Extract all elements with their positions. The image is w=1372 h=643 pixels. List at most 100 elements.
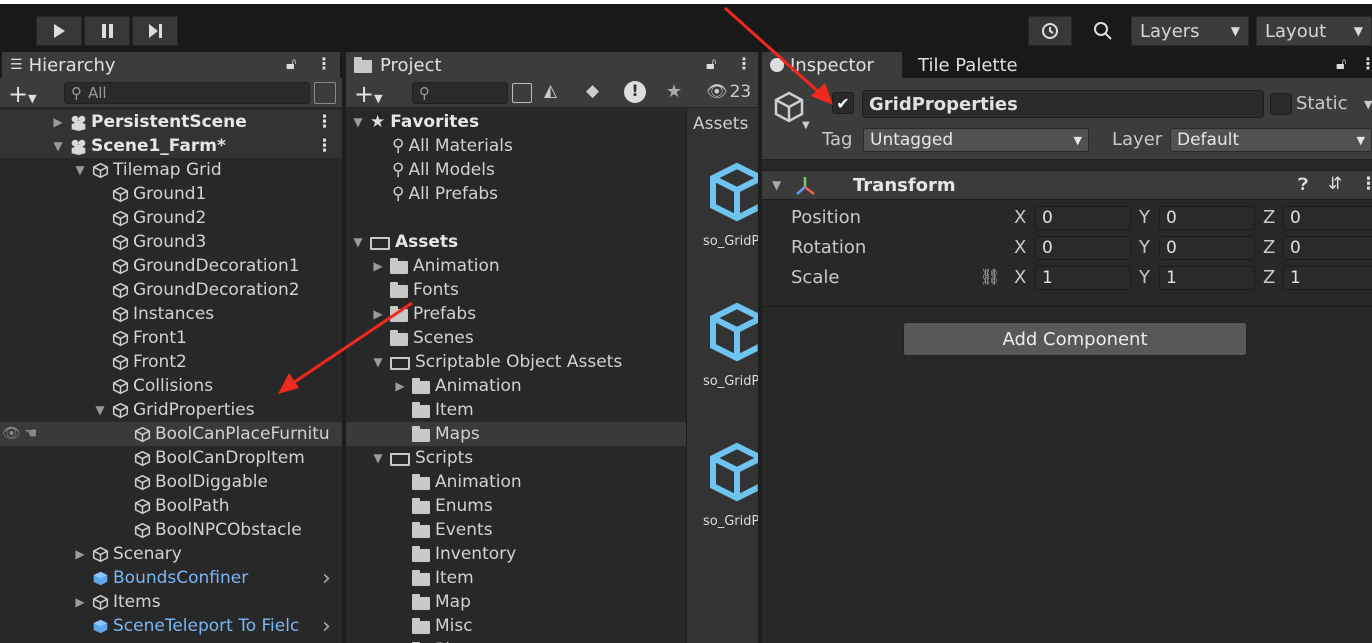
fold-arrow-icon[interactable]: ▼ (350, 235, 366, 249)
hierarchy-item[interactable]: ▼ Tilemap Grid (0, 158, 342, 182)
project-tree-item[interactable]: Pl (346, 638, 686, 643)
axis-z-label[interactable]: Z (1263, 237, 1275, 258)
axis-z-label[interactable]: Z (1263, 267, 1275, 288)
kebab-menu-icon[interactable]: ⋮ (1360, 174, 1372, 194)
fold-arrow-icon[interactable]: ▼ (772, 178, 781, 192)
active-checkbox[interactable]: ✔ (832, 92, 854, 114)
fold-arrow-icon[interactable]: ▼ (92, 403, 108, 417)
hierarchy-item[interactable]: BoolDiggable (0, 470, 342, 494)
add-component-button[interactable]: Add Component (903, 322, 1247, 356)
axis-y-label[interactable]: Y (1139, 207, 1150, 228)
hierarchy-item[interactable]: ▼ GridProperties (0, 398, 342, 422)
hidden-packages-toggle[interactable]: 👁︎ 23 (706, 82, 751, 102)
project-tree-item[interactable]: ▼ ★ Favorites (346, 110, 686, 134)
project-tree-item[interactable]: ▶ Animation (346, 374, 686, 398)
rotation-x-field[interactable]: 0 (1035, 236, 1131, 260)
project-search-input[interactable]: ⚲ (412, 82, 508, 104)
layout-dropdown[interactable]: Layout ▼ (1256, 16, 1372, 46)
fold-arrow-icon[interactable]: ▶ (72, 595, 88, 609)
kebab-menu-icon[interactable]: ⋮ (736, 54, 752, 73)
hierarchy-item[interactable]: BoolCanPlaceFurnitu (0, 422, 342, 446)
fold-arrow-icon[interactable]: ▼ (50, 139, 66, 153)
axis-y-label[interactable]: Y (1139, 267, 1150, 288)
play-button[interactable] (36, 16, 82, 46)
project-tree-item[interactable]: ⚲ All Models (346, 158, 686, 182)
fold-arrow-icon[interactable]: ▼ (72, 163, 88, 177)
chevron-down-icon[interactable]: ▼ (802, 120, 810, 131)
fold-arrow-icon[interactable]: ▼ (370, 451, 386, 465)
chevron-down-icon[interactable]: ▼ (1364, 98, 1372, 111)
hierarchy-item[interactable]: SceneTeleport To Fielc › (0, 614, 342, 639)
project-tree-item[interactable]: Animation (346, 470, 686, 494)
hierarchy-item[interactable]: Ground3 (0, 230, 342, 254)
scale-x-field[interactable]: 1 (1035, 266, 1131, 290)
type-filter-icon[interactable]: ◭ (544, 81, 557, 101)
asset-thumbnail[interactable]: so_GridP (687, 432, 758, 542)
kebab-menu-icon[interactable]: ⋮ (316, 136, 333, 156)
tab-inspector[interactable]: Inspector (762, 52, 902, 78)
project-tree-item[interactable]: ▶ Prefabs (346, 302, 686, 326)
chevron-right-icon[interactable]: › (322, 614, 331, 639)
axis-z-label[interactable]: Z (1263, 207, 1275, 228)
project-tree-item[interactable]: ▶ Animation (346, 254, 686, 278)
pause-button[interactable] (84, 16, 130, 46)
fold-arrow-icon[interactable]: ▼ (370, 355, 386, 369)
hierarchy-item[interactable]: Instances (0, 302, 342, 326)
asset-thumbnail[interactable]: so_GridP (687, 152, 758, 262)
project-tree-item[interactable]: Fonts (346, 278, 686, 302)
lock-icon[interactable]: 🔓︎ (286, 54, 296, 74)
presets-icon[interactable]: ⇵ (1328, 174, 1342, 194)
add-object-button[interactable]: +▼ (8, 80, 37, 108)
visibility-eye-icon[interactable]: 👁︎ (2, 424, 21, 442)
favorite-star-icon[interactable]: ★ (666, 81, 682, 102)
fold-arrow-icon[interactable]: ▶ (392, 379, 408, 393)
hierarchy-search-input[interactable]: ⚲ All (64, 82, 310, 104)
position-y-field[interactable]: 0 (1159, 206, 1255, 230)
fold-arrow-icon[interactable]: ▶ (370, 307, 386, 321)
project-tree-item[interactable]: Maps (346, 422, 686, 446)
kebab-menu-icon[interactable]: ⋮ (316, 112, 333, 132)
scale-y-field[interactable]: 1 (1159, 266, 1255, 290)
hierarchy-item[interactable]: BoolCanDropItem (0, 446, 342, 470)
hierarchy-item[interactable]: ▶ Scenary (0, 542, 342, 566)
label-filter-icon[interactable]: ◆ (586, 81, 599, 101)
project-tree-item[interactable]: Misc (346, 614, 686, 638)
project-tree-item[interactable]: Item (346, 398, 686, 422)
static-checkbox[interactable] (1270, 93, 1292, 115)
layers-dropdown[interactable]: Layers ▼ (1131, 16, 1249, 46)
project-tree-item[interactable]: ▼ Scriptable Object Assets (346, 350, 686, 374)
project-tree-item[interactable]: Map (346, 590, 686, 614)
help-icon[interactable]: ❓︎ (1298, 175, 1308, 195)
hierarchy-item[interactable]: BoundsConfiner › (0, 566, 342, 591)
search-button[interactable] (1080, 16, 1126, 46)
axis-x-label[interactable]: X (1014, 267, 1026, 288)
project-tree-item[interactable]: Enums (346, 494, 686, 518)
rotation-y-field[interactable]: 0 (1159, 236, 1255, 260)
hierarchy-item[interactable]: GroundDecoration1 (0, 254, 342, 278)
step-button[interactable] (132, 16, 178, 46)
constrain-proportions-icon[interactable]: ⛓︎ (980, 267, 1000, 286)
scale-z-field[interactable]: 1 (1283, 266, 1372, 290)
axis-x-label[interactable]: X (1014, 207, 1026, 228)
hierarchy-item[interactable]: ▶ Items (0, 590, 342, 614)
tag-dropdown[interactable]: Untagged ▼ (863, 128, 1089, 152)
kebab-menu-icon[interactable]: ⋮ (316, 54, 332, 73)
hierarchy-item[interactable]: GroundDecoration2 (0, 278, 342, 302)
position-x-field[interactable]: 0 (1035, 206, 1131, 230)
create-asset-button[interactable]: +▼ (354, 80, 383, 108)
hierarchy-item[interactable]: Ground2 (0, 206, 342, 230)
layer-dropdown[interactable]: Default ▼ (1170, 128, 1372, 152)
axis-y-label[interactable]: Y (1139, 237, 1150, 258)
tab-tile-palette[interactable]: Tile Palette (910, 52, 1026, 78)
lock-icon[interactable]: 🔓︎ (706, 54, 716, 74)
log-issues-icon[interactable]: ! (624, 81, 646, 103)
pickable-hand-icon[interactable]: ☚ (24, 424, 37, 442)
fold-arrow-icon[interactable]: ▼ (350, 115, 366, 129)
asset-thumbnail[interactable]: so_GridP (687, 292, 758, 402)
object-name-field[interactable]: GridProperties (862, 90, 1264, 118)
hierarchy-item[interactable]: BoolPath (0, 494, 342, 518)
maximize-icon[interactable] (314, 82, 336, 104)
project-tree-item[interactable]: ⚲ All Prefabs (346, 182, 686, 206)
axis-x-label[interactable]: X (1014, 237, 1026, 258)
project-tree-item[interactable]: Item (346, 566, 686, 590)
